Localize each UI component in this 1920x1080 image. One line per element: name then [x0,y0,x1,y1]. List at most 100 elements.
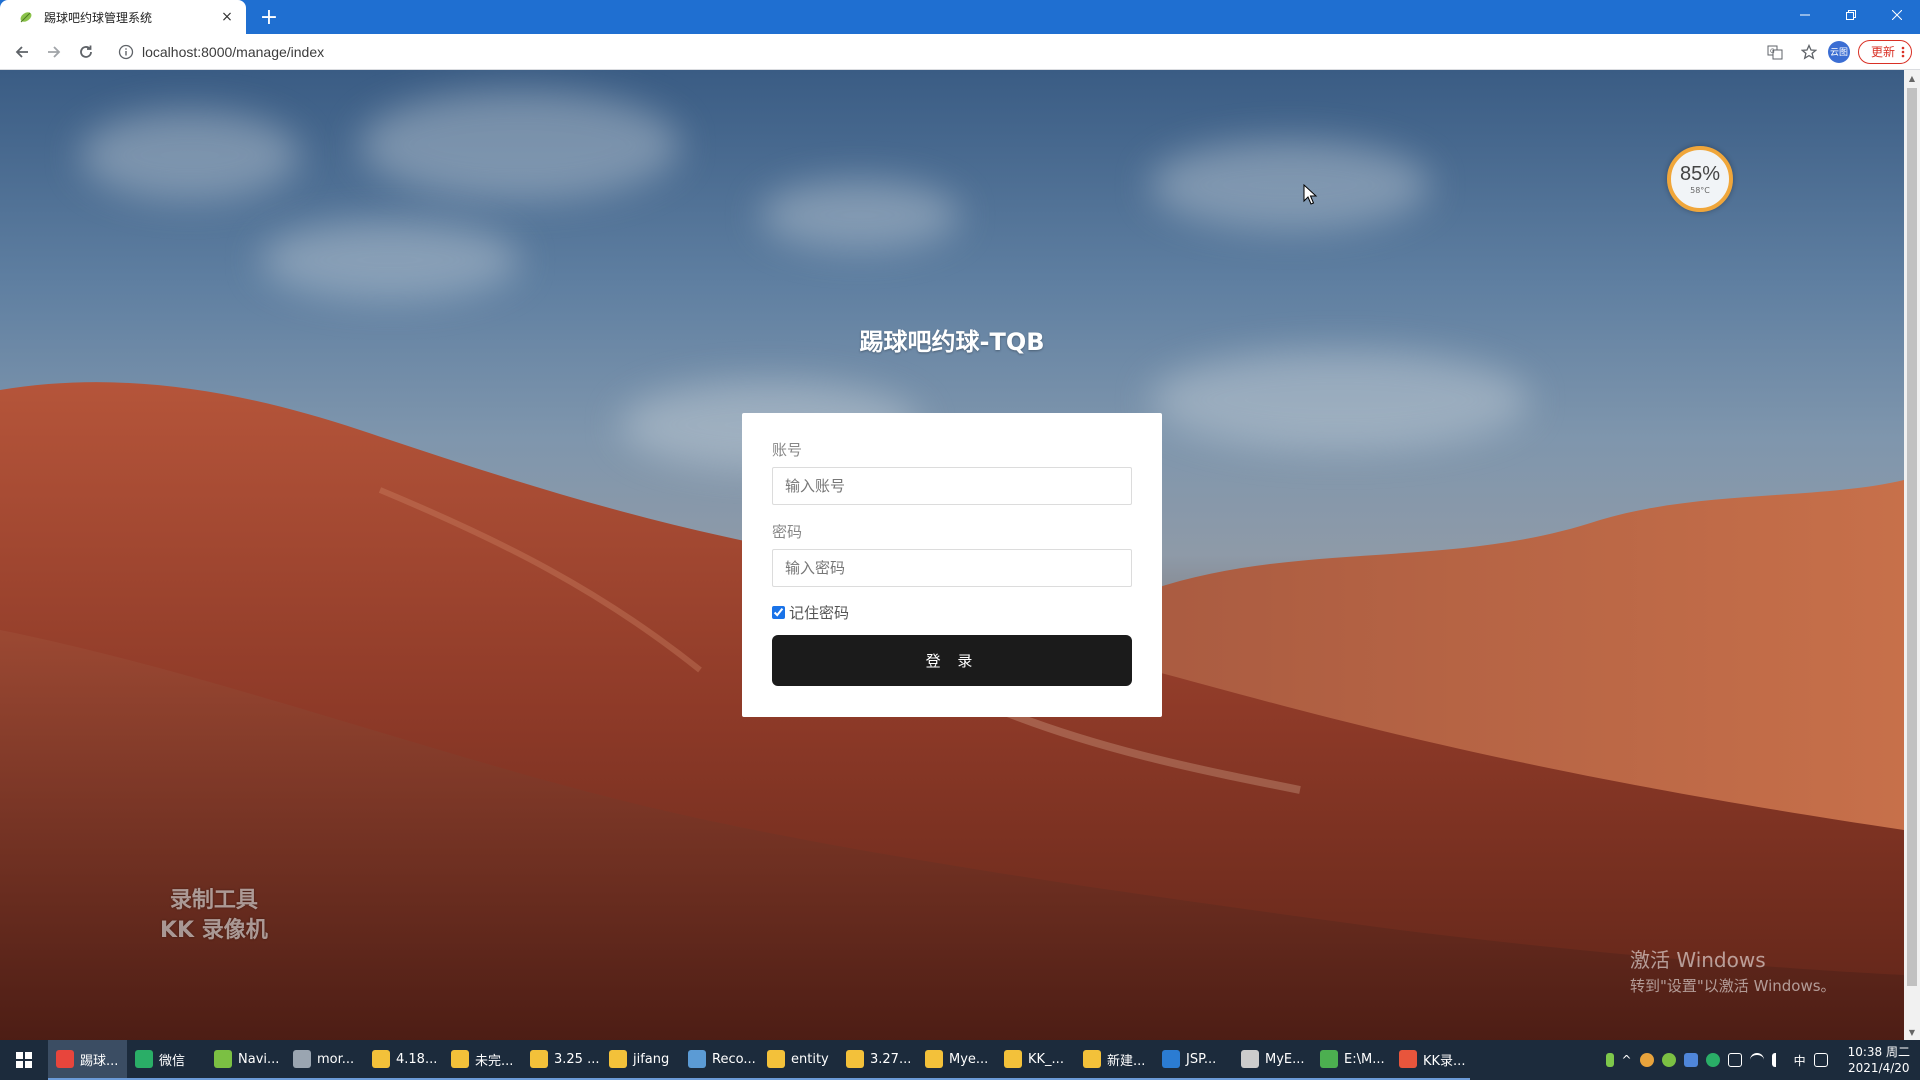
app-icon [1004,1050,1022,1068]
update-button[interactable]: 更新 [1857,39,1912,64]
app-icon [1162,1050,1180,1068]
taskbar-app-label: JSP... [1186,1051,1217,1067]
scroll-up-arrow-icon[interactable]: ▲ [1904,70,1920,86]
svg-text:G: G [1770,48,1775,55]
login-button[interactable]: 登 录 [772,635,1132,686]
taskbar-app[interactable]: Reco... [680,1040,759,1080]
tab-close-icon[interactable]: × [218,9,236,25]
app-tray-icon[interactable] [1639,1053,1654,1067]
taskbar-app-label: 新建... [1107,1053,1146,1069]
taskbar-app-label: 踢球... [80,1053,119,1069]
page-viewport: 85% 58°C 踢球吧约球-TQB 账号 密码 记住密码 登 录 录制工具 K… [0,70,1904,1040]
url-text[interactable]: localhost:8000/manage/index [142,44,324,60]
forward-arrow-icon[interactable] [38,36,70,68]
wifi-icon[interactable] [1749,1053,1764,1067]
browser-tab-bar: 踢球吧约球管理系统 × + [0,0,1920,34]
browser-toolbar: localhost:8000/manage/index G 云图 更新 [0,34,1920,70]
remember-password-label[interactable]: 记住密码 [789,602,849,623]
app-icon [1320,1050,1338,1068]
scroll-thumb[interactable] [1907,88,1917,986]
remember-password-checkbox[interactable] [772,605,785,619]
app-icon [293,1050,311,1068]
taskbar-app[interactable]: Mye... [917,1040,996,1080]
ime-indicator[interactable]: 中 [1794,1052,1806,1069]
gauge-percent: 85% [1679,162,1721,185]
gauge-temperature: 58°C [1690,185,1710,195]
app-icon [846,1050,864,1068]
taskbar-app[interactable]: E:\M... [1312,1040,1391,1080]
activate-title: 激活 Windows [1630,948,1766,972]
leaf-favicon-icon [20,12,32,23]
taskbar-app[interactable]: Navi... [206,1040,285,1080]
app-tray-icon[interactable] [1661,1053,1676,1067]
password-input[interactable] [772,549,1132,587]
memory-gauge-widget[interactable]: 85% 58°C [1667,146,1733,212]
taskbar-app-label: E:\M... [1344,1051,1385,1067]
taskbar-app-label: 3.25 ... [554,1051,600,1067]
taskbar-app-label: jifang [633,1051,670,1067]
keyboard-icon[interactable] [1813,1053,1828,1067]
address-bar[interactable]: localhost:8000/manage/index [110,38,1760,66]
browser-tab[interactable]: 踢球吧约球管理系统 × [0,0,246,34]
app-icon [135,1050,153,1068]
activate-windows-notice: 激活 Windows 转到"设置"以激活 Windows。 [1630,944,1836,996]
bookmark-star-icon[interactable] [1794,37,1824,67]
login-form: 账号 密码 记住密码 登 录 [742,413,1162,717]
battery-icon[interactable] [1605,1053,1614,1067]
volume-icon[interactable] [1771,1053,1786,1067]
app-icon [1083,1050,1101,1068]
shield-tray-icon[interactable] [1683,1053,1698,1067]
tray-expand-icon[interactable]: ^ [1622,1053,1632,1067]
reload-icon[interactable] [70,36,102,68]
taskbar-apps: 踢球... 微信 Navi... mor... 4.18... 未完... 3.25 ...… [48,1040,1470,1080]
taskbar-app[interactable]: MyE... [1233,1040,1312,1080]
window-controls [1782,0,1920,30]
translate-icon[interactable]: G [1760,37,1790,67]
page-scrollbar[interactable]: ▲ ▼ [1904,70,1920,1040]
taskbar-app-label: mor... [317,1051,355,1067]
taskbar-app[interactable]: 未完... [443,1040,522,1080]
watermark-line1: 录制工具 [169,888,258,913]
windows-start-icon[interactable] [0,1040,48,1080]
wechat-tray-icon[interactable] [1705,1053,1720,1067]
app-icon [925,1050,943,1068]
account-input[interactable] [772,467,1132,505]
watermark-line2: KK 录像机 [160,918,268,943]
taskbar-app[interactable]: KK_... [996,1040,1075,1080]
taskbar-app[interactable]: mor... [285,1040,364,1080]
taskbar-app[interactable]: entity [759,1040,838,1080]
taskbar-app[interactable]: 3.27... [838,1040,917,1080]
taskbar-app[interactable]: 新建... [1075,1040,1154,1080]
activate-subtitle: 转到"设置"以激活 Windows。 [1630,977,1836,995]
info-icon[interactable] [118,44,134,60]
taskbar-app[interactable]: JSP... [1154,1040,1233,1080]
taskbar-app[interactable]: 踢球... [48,1040,127,1080]
app-icon [451,1050,469,1068]
monitor-tray-icon[interactable] [1727,1053,1742,1067]
taskbar-app[interactable]: jifang [601,1040,680,1080]
taskbar-app-label: KK录... [1423,1053,1466,1069]
clock-time: 10:38 周二 [1847,1045,1910,1059]
app-icon [530,1050,548,1068]
taskbar-app[interactable]: 4.18... [364,1040,443,1080]
update-label: 更新 [1870,45,1895,59]
minimize-icon[interactable] [1782,0,1828,30]
restore-icon[interactable] [1828,0,1874,30]
app-icon [688,1050,706,1068]
more-menu-icon [1901,46,1905,57]
system-clock[interactable]: 10:38 周二 2021/4/20 [1848,1044,1910,1076]
taskbar-app[interactable]: 微信 [127,1040,206,1080]
app-icon [1399,1050,1417,1068]
password-label: 密码 [772,523,803,541]
app-icon [214,1050,232,1068]
taskbar-app[interactable]: KK录... [1391,1040,1470,1080]
back-arrow-icon[interactable] [6,36,38,68]
tab-title: 踢球吧约球管理系统 [44,10,153,25]
profile-avatar[interactable]: 云图 [1827,40,1850,63]
new-tab-button[interactable]: + [252,0,286,34]
scroll-down-arrow-icon[interactable]: ▼ [1904,1024,1920,1040]
recorder-watermark: 录制工具 KK 录像机 [160,886,268,946]
taskbar-app[interactable]: 3.25 ... [522,1040,601,1080]
close-window-icon[interactable] [1874,0,1920,30]
taskbar-app-label: 未完... [475,1053,514,1069]
